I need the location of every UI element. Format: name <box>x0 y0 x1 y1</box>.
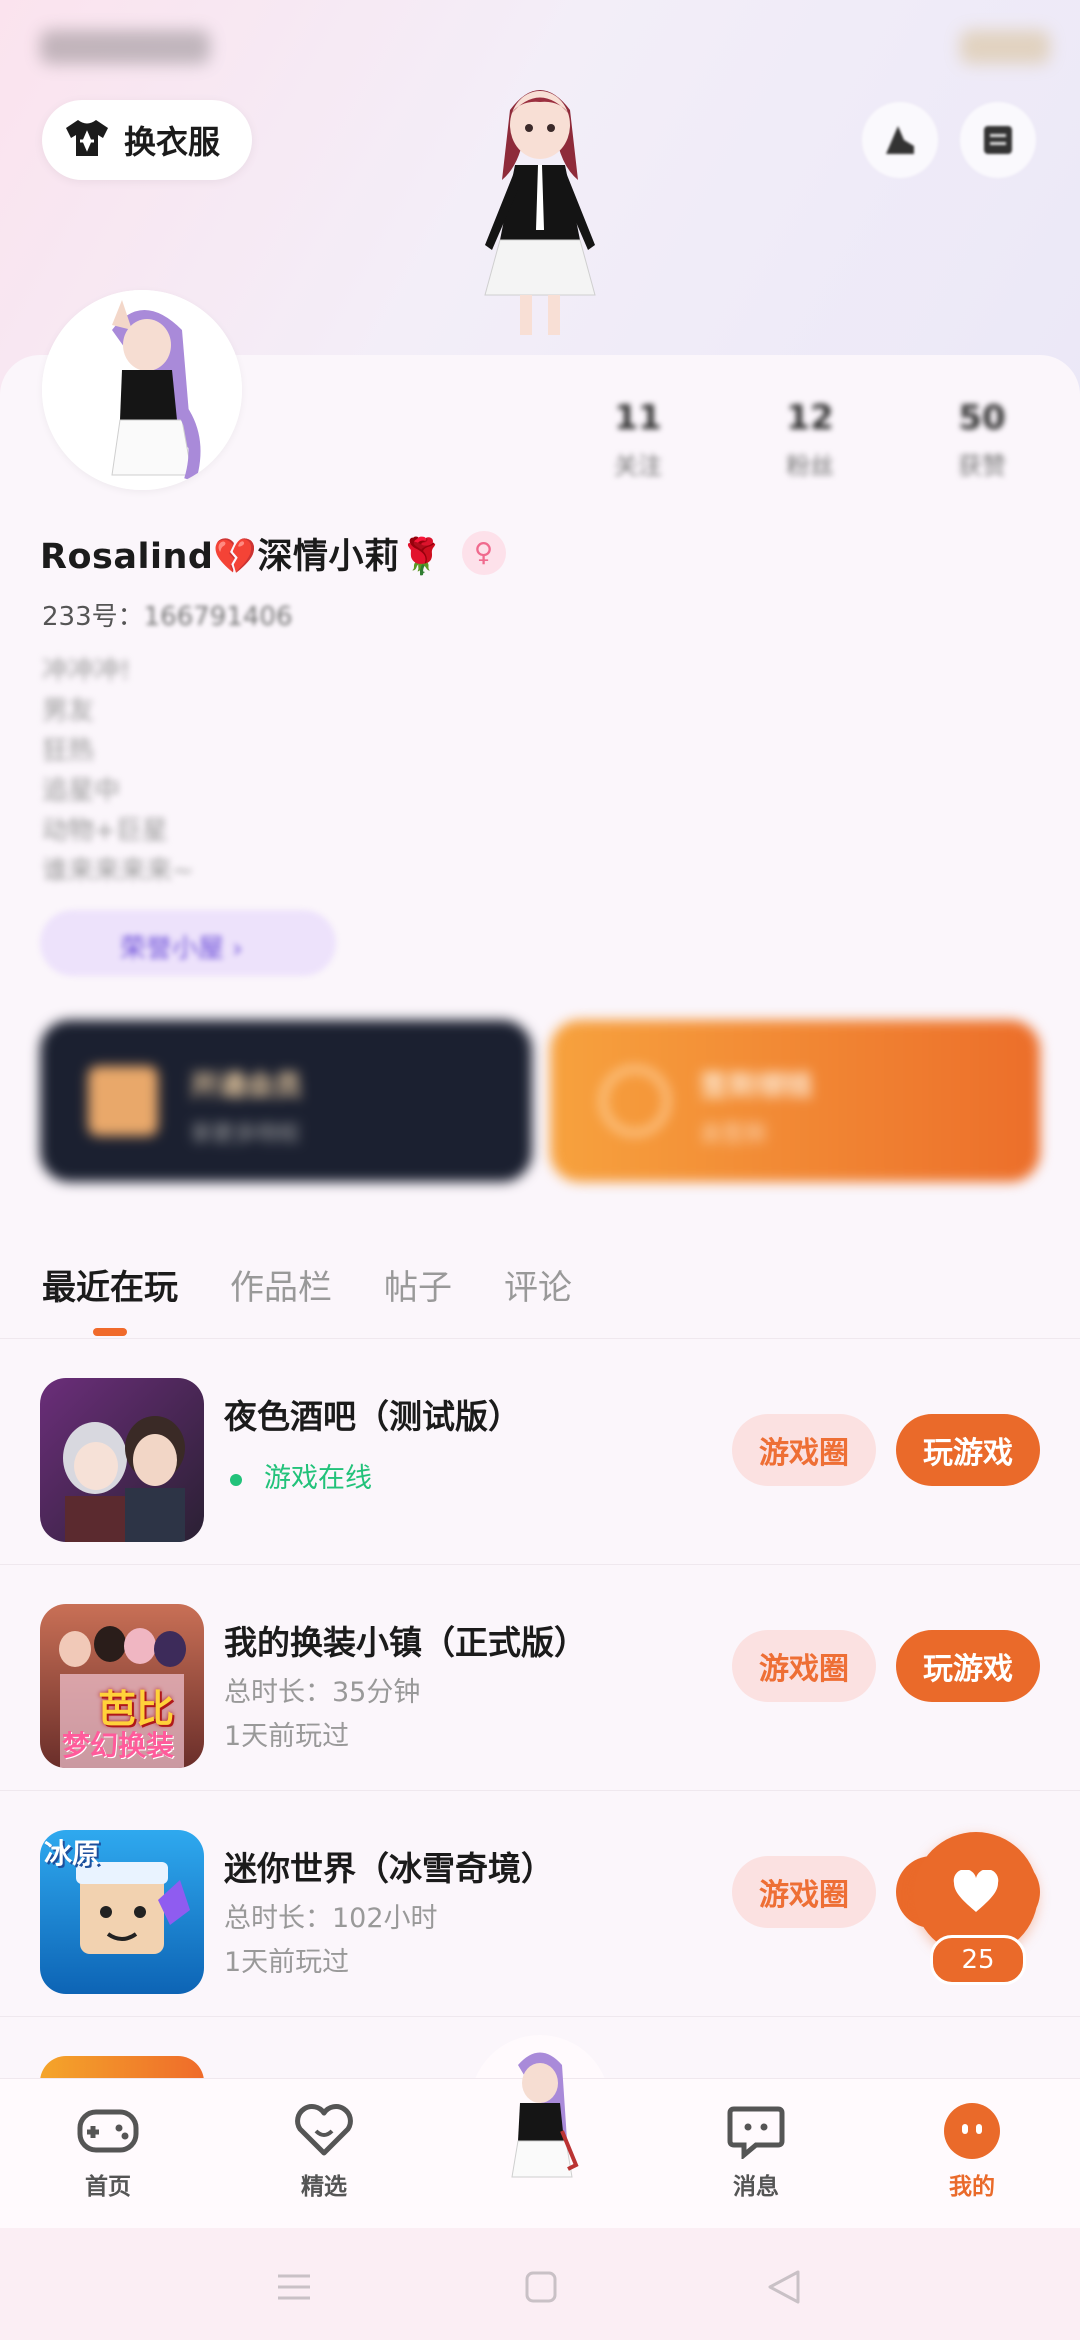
game-online-text: 游戏在线 <box>264 1463 372 1494</box>
share-icon[interactable] <box>862 102 938 178</box>
tab-active-indicator <box>93 1328 127 1336</box>
nav-featured[interactable]: 精选 <box>264 2099 384 2201</box>
checkin-promo-subtitle: 去签到 <box>700 1122 767 1147</box>
bio-line: 男友 <box>42 696 95 726</box>
stat-followers[interactable]: 12 粉丝 <box>750 398 870 481</box>
game-title: 迷你世界（冰雪奇境） <box>224 1849 554 1888</box>
change-outfit-button[interactable]: 换衣服 <box>42 100 252 180</box>
like-count-badge: 25 <box>930 1935 1026 1985</box>
game-last-played: 1天前玩过 <box>224 1721 350 1752</box>
game-icon-dress-town: 芭比 梦幻换装 <box>40 1604 204 1768</box>
change-outfit-label: 换衣服 <box>124 123 221 161</box>
system-back-icon[interactable] <box>766 2268 802 2310</box>
tab-recent-played[interactable]: 最近在玩 <box>42 1260 178 1309</box>
play-game-button[interactable]: 玩游戏 <box>896 1414 1040 1486</box>
profile-face-icon <box>912 2099 1032 2163</box>
stat-likes-value: 50 <box>958 398 1006 438</box>
nav-me[interactable]: 我的 <box>912 2099 1032 2201</box>
stat-following-label: 关注 <box>614 452 662 480</box>
nav-messages[interactable]: 消息 <box>696 2099 816 2201</box>
user-id-number: 166791406 <box>143 602 293 632</box>
game-duration: 总时长：35分钟 <box>224 1677 421 1708</box>
bio-line: 谁来来来来~ <box>42 856 194 886</box>
nav-featured-label: 精选 <box>301 2174 347 2200</box>
bio-line: 动物+巨星 <box>42 816 168 846</box>
female-icon: ♀ <box>461 531 506 575</box>
tab-posts[interactable]: 帖子 <box>384 1260 452 1309</box>
game-online-status: 游戏在线 <box>224 1456 372 1495</box>
game-title: 夜色酒吧（测试版） <box>224 1397 521 1436</box>
game-icon-mini-world: 冰原 <box>40 1830 204 1994</box>
game-title: 我的换装小镇（正式版） <box>224 1623 587 1662</box>
nav-messages-label: 消息 <box>733 2174 779 2200</box>
game-circle-button[interactable]: 游戏圈 <box>732 1414 876 1486</box>
message-icon <box>696 2099 816 2163</box>
game-row[interactable]: 芭比 梦幻换装 我的换装小镇（正式版） 总时长：35分钟 1天前玩过 游戏圈 玩… <box>0 1564 1080 1791</box>
heart-icon <box>952 1869 1000 1918</box>
game-icon-night-bar <box>40 1378 204 1542</box>
username: Rosalind💔深情小莉🌹 <box>40 536 444 577</box>
game-circle-button[interactable]: 游戏圈 <box>732 1856 876 1928</box>
stat-likes[interactable]: 50 获赞 <box>922 398 1042 481</box>
tab-works[interactable]: 作品栏 <box>230 1260 332 1309</box>
profile-tabs: 最近在玩 作品栏 帖子 评论 <box>0 1230 1080 1339</box>
game-row[interactable]: 夜色酒吧（测试版） 游戏在线 游戏圈 玩游戏 <box>0 1338 1080 1565</box>
hero-character <box>440 70 640 360</box>
menu-icon[interactable] <box>960 102 1036 178</box>
bio-line: 冲冲冲! <box>42 656 131 686</box>
stat-following-value: 11 <box>614 398 662 438</box>
tab-comments[interactable]: 评论 <box>504 1260 572 1309</box>
username-row: Rosalind💔深情小莉🌹 ♀ <box>40 528 506 578</box>
play-game-button[interactable]: 玩游戏 <box>896 1630 1040 1702</box>
heart-chat-icon <box>264 2099 384 2163</box>
online-dot <box>230 1473 242 1486</box>
system-menu-icon[interactable] <box>276 2272 312 2306</box>
honor-badge-label: 荣誉小屋 › <box>120 934 243 964</box>
bio-line: 狂热 <box>42 736 95 766</box>
vip-promo-card[interactable]: 开通会员 享更多特权 <box>40 1020 532 1182</box>
game-icon-text-bottom: 梦幻换装 <box>62 1729 175 1762</box>
user-id-row[interactable]: 233号：166791406 <box>42 596 293 633</box>
crown-icon <box>88 1066 158 1136</box>
honor-badge-pill[interactable]: 荣誉小屋 › <box>40 910 336 976</box>
gamepad-icon <box>48 2099 168 2163</box>
user-id-prefix: 233号： <box>42 602 144 632</box>
coin-icon <box>600 1066 670 1136</box>
system-navigation-bar <box>0 2228 1080 2340</box>
status-bar-left <box>40 30 210 64</box>
nav-home[interactable]: 首页 <box>48 2099 168 2201</box>
nav-me-label: 我的 <box>949 2174 995 2200</box>
stat-followers-value: 12 <box>786 398 834 438</box>
game-duration: 总时长：102小时 <box>224 1903 438 1934</box>
game-last-played: 1天前玩过 <box>224 1947 350 1978</box>
game-icon-text: 冰原 <box>44 1837 101 1870</box>
checkin-promo-title: 签到领钱 <box>700 1069 813 1102</box>
nav-home-label: 首页 <box>85 2174 131 2200</box>
user-avatar[interactable] <box>42 290 242 490</box>
stat-followers-label: 粉丝 <box>786 452 834 480</box>
stat-following[interactable]: 11 关注 <box>578 398 698 481</box>
stat-likes-label: 获赞 <box>958 452 1006 480</box>
checkin-promo-card[interactable]: 签到领钱 去签到 <box>550 1020 1040 1182</box>
shirt-icon <box>64 118 110 162</box>
game-circle-button[interactable]: 游戏圈 <box>732 1630 876 1702</box>
nav-center-avatar[interactable] <box>488 2045 592 2195</box>
vip-promo-title: 开通会员 <box>190 1069 303 1102</box>
bio-line: 追星中 <box>42 776 121 806</box>
system-home-icon[interactable] <box>524 2270 558 2308</box>
vip-promo-subtitle: 享更多特权 <box>190 1122 301 1147</box>
status-bar-right <box>960 30 1050 64</box>
